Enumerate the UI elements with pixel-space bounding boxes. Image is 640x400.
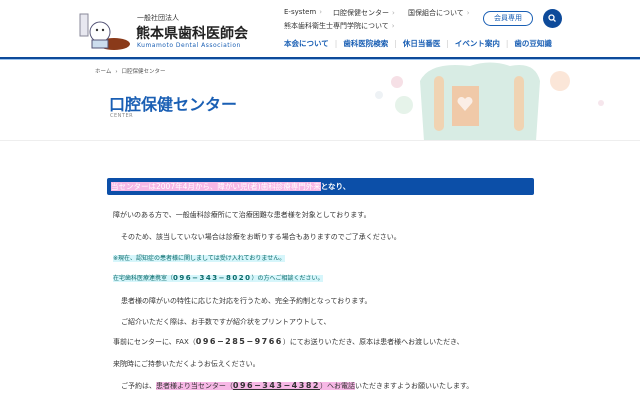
- site-header: 一般社団法人 熊本県歯科医師会 Kumamoto Dental Associat…: [0, 0, 640, 57]
- paragraph: ご予約は、患者様より当センター（096−343−4382）へお電話いただきますよ…: [121, 381, 473, 391]
- paragraph: 来院時にご持参いただくようお伝えください。: [113, 360, 260, 368]
- nav-about[interactable]: 本会について: [284, 39, 329, 48]
- nav-divider: |: [446, 39, 449, 48]
- text: 事前にセンターに、FAX（: [113, 338, 196, 346]
- fax-number: 096−285−9766: [195, 337, 283, 346]
- header-divider: [0, 57, 640, 60]
- breadcrumb-home[interactable]: ホーム: [95, 69, 111, 75]
- nav-divider: |: [394, 39, 397, 48]
- nav-holiday-doctor[interactable]: 休日当番医: [403, 39, 441, 48]
- text: ）にてお送りいただき、原本は患者様へお渡しいただき、: [282, 338, 464, 346]
- search-icon: [548, 14, 556, 22]
- reservation-phone-number[interactable]: 096−343−4382: [233, 381, 320, 390]
- notice-text: 在宅歯科医療連携室（: [113, 275, 174, 282]
- main-nav: 本会について | 歯科医院検索 | 休日当番医 | イベント案内 | 歯の豆知識: [284, 38, 552, 49]
- org-name[interactable]: 熊本県歯科医師会: [136, 23, 248, 43]
- toplink-label: E-system: [284, 8, 317, 16]
- paragraph: そのため、該当していない場合は診療をお断りする場合もありますのでご了承ください。: [121, 233, 401, 241]
- page-hero: ホーム › 口腔保健センター 口腔保健センター CENTER: [0, 61, 640, 141]
- search-button[interactable]: [543, 9, 562, 28]
- toplink-label: 熊本歯科衛生士専門学院について: [284, 22, 389, 30]
- chevron-right-icon: ›: [391, 22, 395, 30]
- page-subtitle: CENTER: [110, 113, 134, 119]
- text: ご予約は、: [121, 382, 156, 390]
- nav-events[interactable]: イベント案内: [455, 39, 500, 48]
- chevron-right-icon: ›: [392, 9, 395, 17]
- chevron-right-icon: ›: [466, 9, 470, 17]
- org-type: 一般社団法人: [137, 14, 179, 22]
- text: いただきますようお願いいたします。: [354, 382, 474, 390]
- notice-text: ）の方へご相談ください。: [251, 275, 324, 282]
- toplink-label: 口腔保健センター: [333, 9, 389, 17]
- paragraph: 患者様の障がいの特性に応じた対応を行うため、完全予約制となっております。: [121, 297, 372, 305]
- member-only-button[interactable]: 会員専用: [483, 11, 533, 26]
- nav-clinic-search[interactable]: 歯科医院検索: [343, 39, 388, 48]
- heading-rest: となり、: [320, 182, 351, 191]
- nav-divider: |: [505, 39, 509, 48]
- paragraph: 事前にセンターに、FAX（096−285−9766）にてお送りいただき、原本は患…: [113, 337, 464, 347]
- toplink-kokuho[interactable]: 国保組合について ›: [408, 8, 470, 18]
- chevron-right-icon: ›: [319, 8, 323, 16]
- nav-dental-tips[interactable]: 歯の豆知識: [514, 39, 552, 48]
- phone-number[interactable]: 096−343−8020: [173, 274, 251, 282]
- org-name-en: Kumamoto Dental Association: [137, 42, 241, 49]
- breadcrumb-current: 口腔保健センター: [121, 69, 166, 75]
- toplink-label: 国保組合について: [408, 9, 464, 17]
- hero-illustration: [360, 61, 640, 140]
- paragraph: 障がいのある方で、一般歯科診療所にて治療困難な患者様を対象としております。: [113, 211, 371, 219]
- breadcrumb: ホーム › 口腔保健センター: [95, 67, 166, 75]
- paragraph: ご紹介いただく際は、お手数ですが紹介状をプリントアウトして、: [121, 318, 331, 326]
- notice-contact: 在宅歯科医療連携室（096−343−8020）の方へご相談ください。: [113, 273, 324, 282]
- notice-text: ※現在、認知症の患者様に関しましては受け入れておりません。: [113, 255, 286, 262]
- heading-highlight: 当センターは2007年4月から、障がい児(者)歯科診療専門外来: [111, 182, 321, 191]
- logo-mascot-icon[interactable]: [78, 12, 130, 50]
- toplink-school[interactable]: 熊本歯科衛生士専門学院について ›: [284, 21, 395, 31]
- nav-divider: |: [334, 39, 338, 48]
- toplink-esystem[interactable]: E-system ›: [284, 8, 322, 16]
- section-heading: 当センターは2007年4月から、障がい児(者)歯科診療専門外来となり、: [107, 178, 534, 195]
- text: 患者様より当センター（: [156, 382, 233, 390]
- page-title: 口腔保健センター: [109, 95, 238, 114]
- chevron-right-icon: ›: [115, 69, 118, 75]
- text: ）へお電話: [319, 382, 355, 390]
- toplink-oral-center[interactable]: 口腔保健センター ›: [333, 8, 395, 18]
- notice-dementia: ※現在、認知症の患者様に関しましては受け入れておりません。: [113, 253, 286, 262]
